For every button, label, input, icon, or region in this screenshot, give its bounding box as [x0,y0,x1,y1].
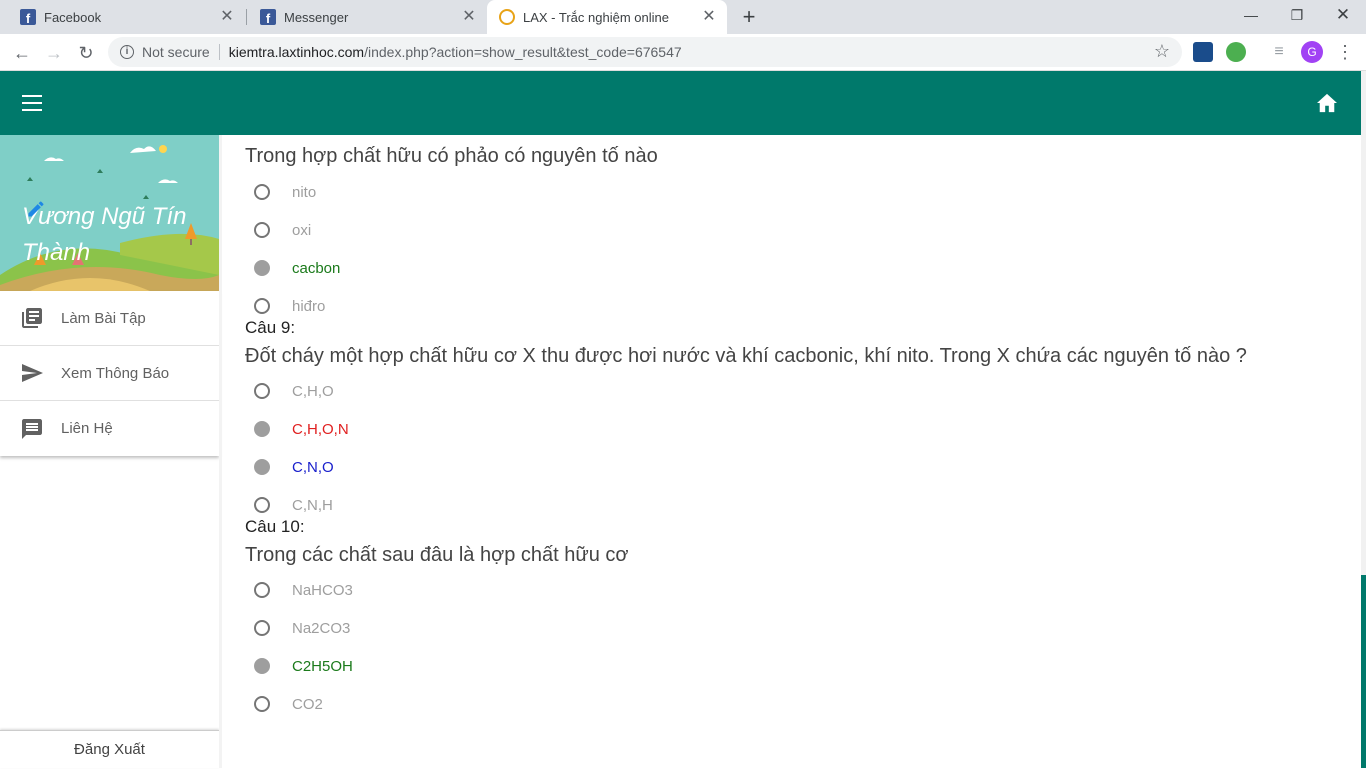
answer-option[interactable]: C2H5OH [245,647,1345,685]
radio-button[interactable] [254,184,270,200]
option-label: NaHCO3 [292,581,353,599]
library-books-icon [22,308,42,328]
option-label: nito [292,183,317,201]
tab-title: Messenger [284,9,349,25]
sidebar-item-lien-he[interactable]: Liên Hệ [0,401,219,456]
radio-button[interactable] [254,383,270,399]
question-block: Câu 9: Đốt cháy một hợp chất hữu cơ X th… [245,317,1345,524]
tab-facebook[interactable]: f Facebook ✕ [0,0,245,34]
radio-button[interactable] [254,497,270,513]
hamburger-menu-icon[interactable] [22,95,42,111]
radio-button-checked[interactable] [254,459,270,475]
minimize-button[interactable]: — [1228,0,1274,34]
logout-button[interactable]: Đăng Xuất [0,730,219,768]
reload-button[interactable]: ↻ [72,39,100,67]
url-path: /index.php?action=show_result&test_code=… [364,44,682,60]
answer-option[interactable]: nito [245,173,1345,211]
user-name: Vương Ngũ Tín Thành [22,199,212,271]
tab-title: LAX - Trắc nghiệm online [523,9,669,25]
page-scrollbar[interactable] [1361,71,1366,768]
radio-button-checked[interactable] [254,421,270,437]
message-icon [22,418,42,439]
back-button[interactable]: ← [8,39,36,67]
answer-option[interactable]: Na2CO3 [245,609,1345,647]
url-host: kiemtra.laxtinhoc.com [228,44,365,60]
answer-option[interactable]: C,H,O [245,372,1345,410]
option-label: Na2CO3 [292,619,351,637]
extension-globe-icon[interactable] [1226,42,1246,62]
profile-banner: Vương Ngũ Tín Thành [0,135,219,291]
omnibox-divider [218,44,220,60]
app-header [0,71,1361,135]
answer-option[interactable]: CO2 [245,685,1345,723]
answer-option[interactable]: NaHCO3 [245,571,1345,609]
sidebar-item-lam-bai-tap[interactable]: Làm Bài Tập [0,291,219,346]
sidebar: Vương Ngũ Tín Thành Làm Bài Tập Xem Thôn… [0,135,219,768]
quiz-results: Trong hợp chất hữu có phảo có nguyên tố … [245,135,1345,768]
radio-button[interactable] [254,298,270,314]
home-icon[interactable] [1316,93,1338,113]
radio-button[interactable] [254,222,270,238]
close-tab-icon[interactable]: ✕ [461,9,477,25]
close-tab-icon[interactable]: ✕ [701,9,717,25]
extension-j-icon[interactable] [1193,42,1213,62]
option-label-correct: cacbon [292,259,341,277]
sidebar-item-label: Xem Thông Báo [61,364,170,382]
sidebar-item-xem-thong-bao[interactable]: Xem Thông Báo [0,346,219,401]
profile-avatar[interactable]: G [1301,41,1323,63]
scrollbar-thumb[interactable] [1361,575,1366,768]
media-queue-icon[interactable]: ≡ [1269,42,1289,62]
option-label: CO2 [292,695,323,713]
url-text: kiemtra.laxtinhoc.com/index.php?action=s… [229,44,682,60]
sidebar-item-label: Làm Bài Tập [61,309,146,327]
option-label-selected: C,N,O [292,458,334,476]
answer-option[interactable]: C,H,O,N [245,410,1345,448]
option-label: oxi [292,221,312,239]
browser-toolbar: ← → ↻ i Not secure kiemtra.laxtinhoc.com… [0,34,1366,71]
restore-button[interactable]: ❐ [1274,0,1320,34]
sidebar-item-label: Liên Hệ [61,420,113,437]
radio-button[interactable] [254,620,270,636]
browser-tab-strip: f Facebook ✕ f Messenger ✕ LAX - Trắc ng… [0,0,1366,34]
radio-button-checked[interactable] [254,260,270,276]
question-block: Trong hợp chất hữu có phảo có nguyên tố … [245,135,1345,325]
question-number: Câu 9: [245,318,296,337]
security-label: Not secure [142,44,210,60]
radio-button-checked[interactable] [254,658,270,674]
facebook-icon: f [260,9,276,25]
close-tab-icon[interactable]: ✕ [219,9,235,25]
tab-title: Facebook [44,9,102,25]
radio-button[interactable] [254,696,270,712]
tab-messenger[interactable]: f Messenger ✕ [240,0,487,34]
option-label-wrong: C,H,O,N [292,420,349,438]
send-icon [22,364,43,382]
answer-option[interactable]: oxi [245,211,1345,249]
new-tab-button[interactable]: + [737,5,761,29]
question-text: Trong hợp chất hữu có phảo có nguyên tố … [245,145,658,167]
option-label: C,N,H [292,496,333,514]
sidebar-menu: Làm Bài Tập Xem Thông Báo Liên Hệ [0,291,219,456]
question-number: Câu 10: [245,517,305,536]
option-label: hiđro [292,297,326,315]
close-window-button[interactable]: ✕ [1320,0,1366,34]
tab-lax-active[interactable]: LAX - Trắc nghiệm online ✕ [487,0,727,34]
info-icon[interactable]: i [120,45,134,59]
answer-option[interactable]: C,N,O [245,448,1345,486]
user-name-text: Vương Ngũ Tín Thành [22,203,187,266]
radio-button[interactable] [254,582,270,598]
sidebar-divider [219,135,222,768]
question-block: Câu 10: Trong các chất sau đâu là hợp ch… [245,516,1345,723]
forward-button[interactable]: → [40,39,68,67]
address-bar[interactable]: i Not secure kiemtra.laxtinhoc.com/index… [108,37,1182,67]
question-text: Đốt cháy một hợp chất hữu cơ X thu được … [245,345,1247,367]
lax-logo-icon [499,9,515,25]
answer-option[interactable]: cacbon [245,249,1345,287]
facebook-icon: f [20,9,36,25]
question-text: Trong các chất sau đâu là hợp chất hữu c… [245,544,629,566]
option-label: C,H,O [292,382,334,400]
chrome-menu-icon[interactable]: ⋮ [1336,40,1354,64]
bookmark-star-icon[interactable]: ☆ [1154,41,1170,62]
option-label-correct: C2H5OH [292,657,353,675]
edit-pencil-icon[interactable] [26,199,46,219]
